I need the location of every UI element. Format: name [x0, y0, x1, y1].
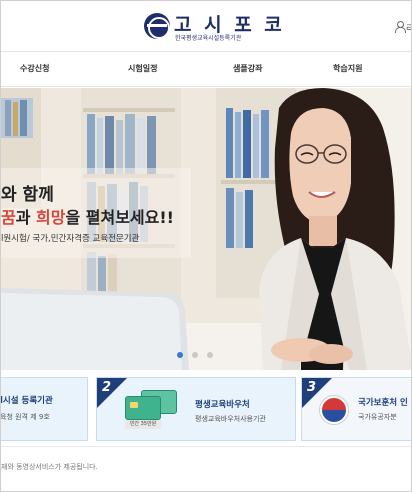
hero-slogan: 꿈과 희망을 펼쳐보세요!!	[1, 204, 174, 228]
card-desc: 국가유공자분	[358, 413, 397, 421]
hero-headline: 와 함께	[1, 185, 54, 205]
voucher-card-icon: 민간 35만원	[119, 390, 181, 430]
card-education-voucher[interactable]: 2 민간 35만원 평생교육바우처 평생교육바우처사용기관	[96, 377, 296, 441]
logo-subtitle: 한국평생교육시설등록기관	[175, 35, 242, 42]
voucher-amount-badge: 민간 35만원	[125, 420, 161, 429]
card-number: 2	[102, 380, 112, 395]
feature-cards: l시설 등록기관 육청 원격 제 9호 2 민간 35만원 평생교육바우처 평생…	[0, 377, 411, 441]
hero-banner[interactable]: 와 함께 꿈과 희망을 펼쳐보세요!! l원시험/ 국가,민간자격증 교육전문기…	[1, 88, 411, 370]
nav-item-enroll[interactable]: 수강신청	[20, 63, 49, 74]
footer-divider	[1, 446, 411, 447]
footer-notice: 재와 동영상서비스가 제공됩니다.	[1, 463, 98, 471]
card-title: 평생교육바우처	[195, 400, 250, 410]
main-nav: 수강신청 시험일정 샘플강좌 학습지원	[1, 51, 411, 87]
card-veterans-affairs[interactable]: 3 국가보훈처 인 국가유공자분	[301, 377, 411, 441]
user-menu-label[interactable]: ㄹ	[405, 19, 411, 34]
nav-item-learning-support[interactable]: 학습지원	[333, 63, 362, 74]
card-facility-registration[interactable]: l시설 등록기관 육청 원격 제 9호	[0, 377, 88, 441]
card-number: 3	[307, 380, 317, 395]
slogan-highlight-dream: 꿈	[1, 208, 16, 227]
hero-image	[1, 88, 411, 370]
taegeuk-emblem-icon	[320, 396, 348, 424]
nav-item-exam-schedule[interactable]: 시험일정	[128, 63, 157, 74]
slider-dot-3[interactable]	[207, 352, 213, 358]
card-desc: 평생교육바우처사용기관	[195, 415, 266, 423]
site-header: 고 시 포 코 한국평생교육시설등록기관 ㄹ	[1, 1, 411, 51]
slogan-text: 과	[15, 208, 37, 227]
hero-description: l원시험/ 국가,민간자격증 교육전문기관	[1, 234, 140, 244]
card-title: 국가보훈처 인	[358, 398, 408, 408]
voucher-card-front-icon	[125, 396, 161, 420]
page-frame: 고 시 포 코 한국평생교육시설등록기관 ㄹ 수강신청 시험일정 샘플강좌 학습…	[0, 0, 412, 492]
slider-dot-2[interactable]	[192, 352, 198, 358]
logo-emblem-icon	[144, 13, 170, 39]
site-logo[interactable]: 고 시 포 코 한국평생교육시설등록기관	[144, 12, 282, 42]
card-desc: 육청 원격 제 9호	[0, 413, 50, 421]
slogan-highlight-hope: 희망	[36, 208, 66, 227]
slogan-text: 을 펼쳐보세요!!	[65, 208, 174, 227]
user-icon[interactable]	[395, 21, 406, 33]
slider-dot-1[interactable]	[177, 352, 183, 358]
nav-item-sample-lecture[interactable]: 샘플강좌	[233, 63, 262, 74]
card-title: l시설 등록기관	[0, 396, 53, 406]
